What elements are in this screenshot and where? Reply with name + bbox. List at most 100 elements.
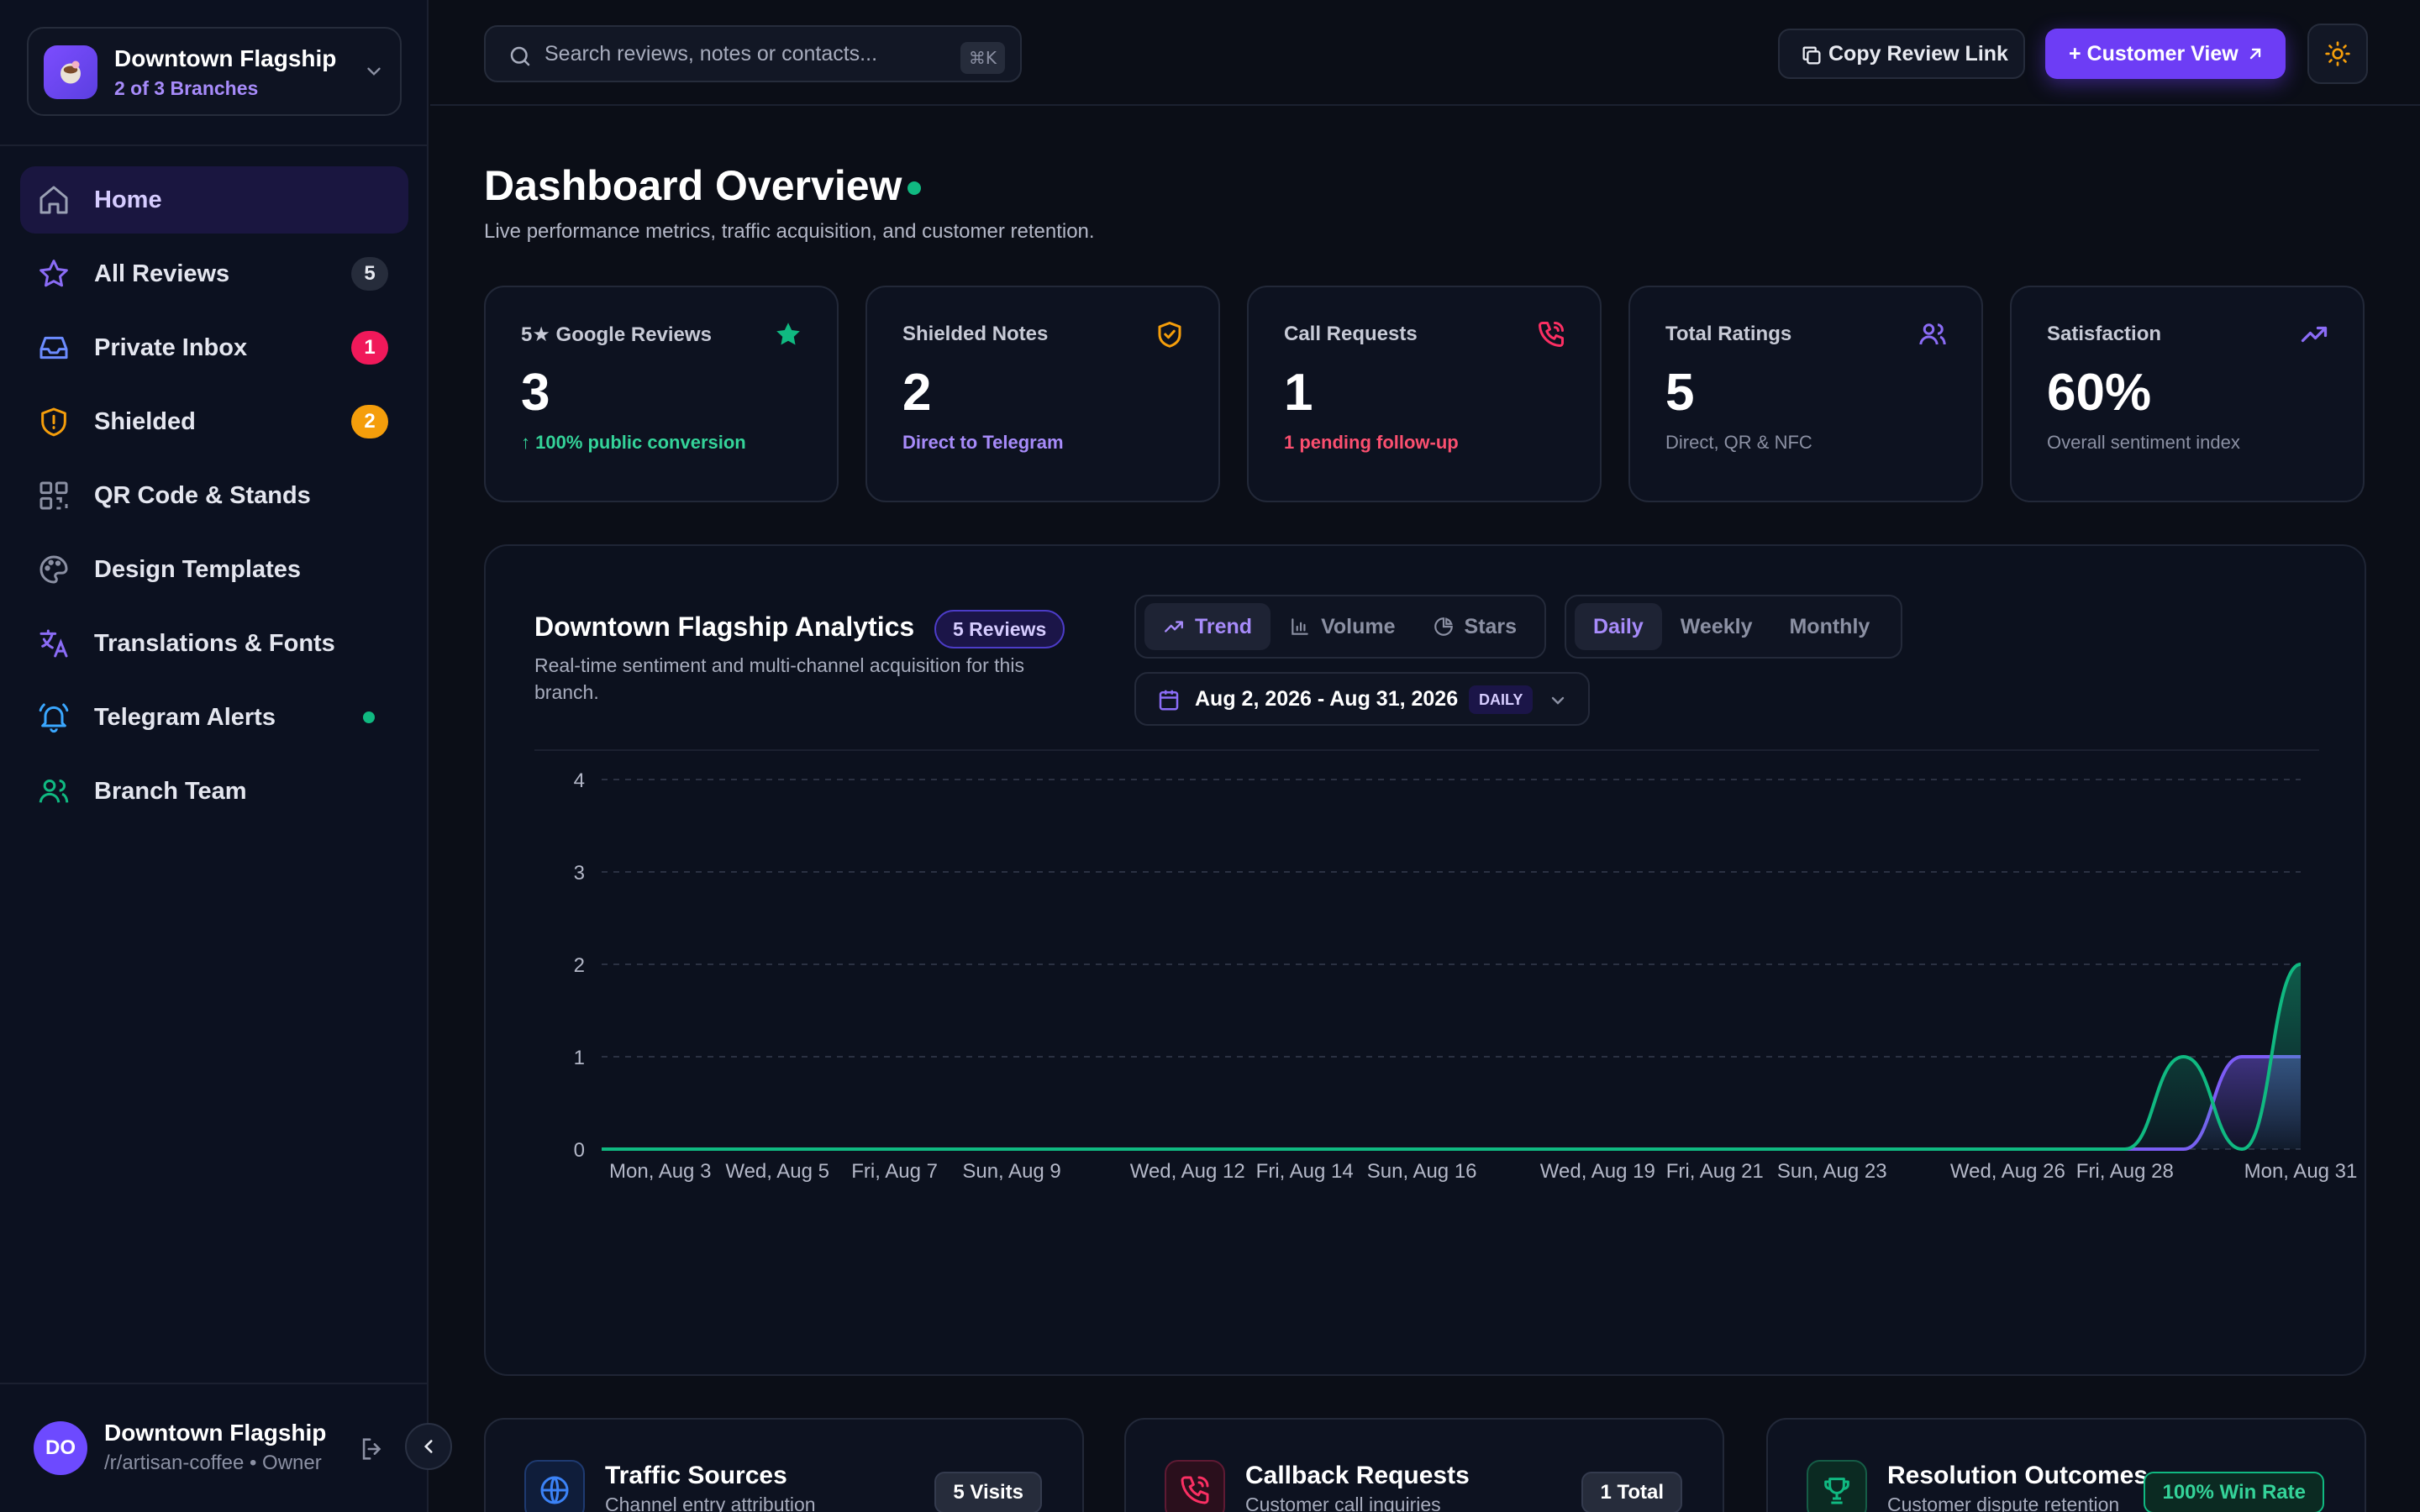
stat-value: 60% <box>2047 364 2152 422</box>
tab-volume[interactable]: Volume <box>1270 603 1413 650</box>
search-input[interactable] <box>544 35 897 72</box>
sidebar-item-home[interactable]: Home <box>20 166 408 234</box>
avatar[interactable]: DO <box>34 1421 87 1475</box>
sidebar-item-label: Telegram Alerts <box>94 703 276 731</box>
star-icon <box>776 323 800 345</box>
x-tick-label: Sun, Aug 9 <box>962 1160 1060 1183</box>
page-title: Dashboard Overview <box>484 162 902 209</box>
x-tick-label: Sun, Aug 16 <box>1367 1160 1477 1183</box>
branch-name: Downtown Flagship <box>114 45 337 71</box>
stat-note: Direct to Telegram <box>902 432 1064 453</box>
branch-count: 2 of 3 Branches <box>114 77 259 99</box>
sidebar-item-label: Branch Team <box>94 777 247 805</box>
sidebar-item-branch-team[interactable]: Branch Team <box>20 758 408 825</box>
tab-trend[interactable]: Trend <box>1144 603 1271 650</box>
trending-up-icon <box>1165 621 1183 633</box>
series-area <box>602 1057 2301 1149</box>
page-subtitle: Live performance metrics, traffic acquis… <box>484 220 1095 243</box>
tab-monthly[interactable]: Monthly <box>1770 603 1888 650</box>
shield-check-icon <box>1158 322 1181 348</box>
count-badge: 5 <box>351 257 388 291</box>
trophy-icon <box>1807 1460 1867 1512</box>
branch-switcher[interactable]: Downtown Flagship 2 of 3 Branches <box>27 27 402 116</box>
stat-card-shielded-notes: Shielded Notes 2 Direct to Telegram <box>865 286 1220 502</box>
sidebar-item-private-inbox[interactable]: Private Inbox 1 <box>20 314 408 381</box>
sidebar-item-qr-code[interactable]: QR Code & Stands <box>20 462 408 529</box>
date-range-picker[interactable]: Aug 2, 2026 - Aug 31, 2026 DAILY <box>1134 672 1590 726</box>
stat-card-satisfaction: Satisfaction 60% Overall sentiment index <box>2010 286 2365 502</box>
sidebar-item-shielded[interactable]: Shielded 2 <box>20 388 408 455</box>
trending-up-icon <box>2301 326 2328 343</box>
stat-label: Call Requests <box>1284 323 1418 345</box>
stat-note: ↑ 100% public conversion <box>521 432 746 453</box>
sidebar-item-all-reviews[interactable]: All Reviews 5 <box>20 240 408 307</box>
card-title: Resolution Outcomes <box>1887 1462 2149 1489</box>
card-title: Traffic Sources <box>605 1462 787 1489</box>
chevron-down-icon <box>367 67 381 76</box>
home-icon <box>39 186 68 214</box>
copy-icon <box>1802 46 1821 65</box>
stat-note: Direct, QR & NFC <box>1665 432 1812 453</box>
stat-value: 3 <box>521 364 550 422</box>
tab-weekly[interactable]: Weekly <box>1662 603 1771 650</box>
stat-value: 2 <box>902 364 932 422</box>
stat-card-total-ratings: Total Ratings 5 Direct, QR & NFC <box>1628 286 1983 502</box>
phone-call-icon <box>1539 322 1564 347</box>
sidebar-item-design-templates[interactable]: Design Templates <box>20 536 408 603</box>
inbox-icon <box>39 336 68 360</box>
win-rate-badge: 100% Win Rate <box>2144 1472 2324 1512</box>
sidebar-item-label: Home <box>94 186 162 213</box>
sidebar-item-label: Shielded <box>94 407 196 435</box>
collapse-sidebar-button[interactable] <box>405 1423 452 1470</box>
tab-stars[interactable]: Stars <box>1414 603 1536 650</box>
y-tick-label: 1 <box>574 1047 585 1069</box>
y-tick-label: 3 <box>574 862 585 885</box>
y-tick-label: 0 <box>574 1139 585 1162</box>
sidebar-item-label: Translations & Fonts <box>94 629 335 657</box>
y-tick-label: 2 <box>574 954 585 977</box>
stat-value: 5 <box>1665 364 1695 422</box>
shortcut-hint: ⌘K <box>960 42 1005 74</box>
arrow-up-right-icon <box>2249 48 2261 60</box>
stat-label: 5★ Google Reviews <box>521 323 712 346</box>
x-tick-label: Wed, Aug 26 <box>1950 1160 2065 1183</box>
search-box[interactable]: ⌘K <box>484 25 1022 82</box>
divider <box>0 144 429 146</box>
theme-toggle-button[interactable] <box>2307 24 2368 84</box>
stat-label: Satisfaction <box>2047 323 2162 345</box>
card-subtitle: Customer call inquiries <box>1245 1494 1441 1512</box>
visits-badge: 5 Visits <box>934 1472 1042 1512</box>
users-icon <box>1919 323 1946 345</box>
live-indicator <box>908 181 921 195</box>
stat-card-google-reviews: 5★ Google Reviews 3 ↑ 100% public conver… <box>484 286 839 502</box>
trend-chart: 0 1 2 3 4 Mon, Aug 3 Wed, Aug 5 Fri, Aug 7 Sun, … <box>574 769 2358 1183</box>
sidebar-item-telegram-alerts[interactable]: Telegram Alerts <box>20 684 408 751</box>
tab-label: Stars <box>1464 614 1518 638</box>
sidebar-item-label: All Reviews <box>94 260 230 287</box>
qr-code-icon <box>39 481 68 510</box>
calendar-icon <box>1159 690 1179 711</box>
x-tick-label: Fri, Aug 14 <box>1256 1160 1354 1183</box>
chevron-down-icon <box>1551 696 1565 705</box>
sidebar-nav: Home All Reviews 5 Private Inbox 1 Shiel… <box>20 166 408 832</box>
coffee-cup-icon <box>44 45 97 99</box>
total-badge: 1 Total <box>1581 1472 1682 1512</box>
tab-label: Trend <box>1195 614 1253 638</box>
shield-icon <box>41 407 66 437</box>
x-tick-label: Wed, Aug 5 <box>725 1160 829 1183</box>
customer-view-button[interactable]: + Customer View <box>2045 29 2286 79</box>
sidebar-item-label: Private Inbox <box>94 333 248 361</box>
date-granularity-tag: DAILY <box>1469 685 1534 714</box>
sidebar-item-label: Design Templates <box>94 555 302 583</box>
x-tick-label: Wed, Aug 19 <box>1540 1160 1655 1183</box>
divider <box>0 1383 429 1384</box>
languages-icon <box>39 629 68 658</box>
user-role: /r/artisan-coffee • Owner <box>104 1452 322 1474</box>
pie-chart-icon <box>1434 617 1453 636</box>
logout-icon[interactable] <box>358 1435 387 1463</box>
sidebar-item-translations[interactable]: Translations & Fonts <box>20 610 408 677</box>
bell-icon <box>39 703 69 733</box>
tab-daily[interactable]: Daily <box>1575 603 1662 650</box>
stat-note: Overall sentiment index <box>2047 432 2240 453</box>
copy-review-link-button[interactable]: Copy Review Link <box>1778 29 2025 79</box>
